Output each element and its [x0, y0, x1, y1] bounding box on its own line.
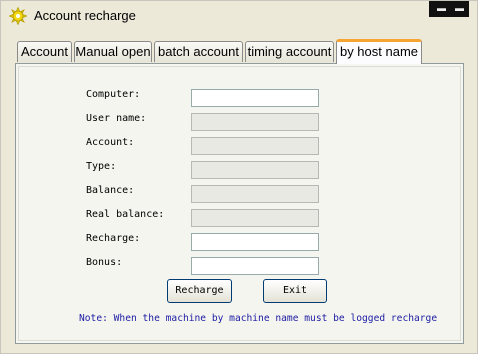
tab-account[interactable]: Account — [17, 41, 72, 62]
user-name-label: User name: — [86, 113, 147, 124]
sun-gear-icon — [8, 6, 28, 26]
minimize-icon[interactable]: ▬ — [437, 3, 446, 13]
real-balance-field — [191, 209, 319, 227]
computer-label: Computer: — [86, 89, 141, 100]
type-label: Type: — [86, 161, 117, 172]
user-name-field — [191, 113, 319, 131]
note-text: Note: When the machine by machine name m… — [79, 313, 438, 324]
recharge-button[interactable]: Recharge — [167, 279, 232, 303]
type-field — [191, 161, 319, 179]
bonus-input[interactable] — [191, 257, 319, 275]
window-title: Account recharge — [34, 8, 136, 23]
real-balance-label: Real balance: — [86, 209, 165, 220]
account-label: Account: — [86, 137, 135, 148]
recharge-input[interactable] — [191, 233, 319, 251]
tab-batch-account[interactable]: batch account — [154, 41, 243, 62]
recharge-label: Recharge: — [86, 233, 141, 244]
close-icon[interactable]: ▬ — [455, 3, 464, 13]
account-recharge-window: Account recharge ▬ ▬ Account Manual open… — [0, 0, 478, 354]
title-bar: Account recharge ▬ ▬ — [1, 1, 477, 31]
window-controls[interactable]: ▬ ▬ — [429, 1, 469, 17]
account-field — [191, 137, 319, 155]
computer-input[interactable] — [191, 89, 319, 107]
bonus-label: Bonus: — [86, 257, 123, 268]
balance-label: Balance: — [86, 185, 135, 196]
tab-by-host-name[interactable]: by host name — [336, 39, 422, 64]
balance-field — [191, 185, 319, 203]
exit-button[interactable]: Exit — [263, 279, 327, 303]
tab-timing-account[interactable]: timing account — [245, 41, 334, 62]
tab-manual-open[interactable]: Manual open — [74, 41, 152, 62]
